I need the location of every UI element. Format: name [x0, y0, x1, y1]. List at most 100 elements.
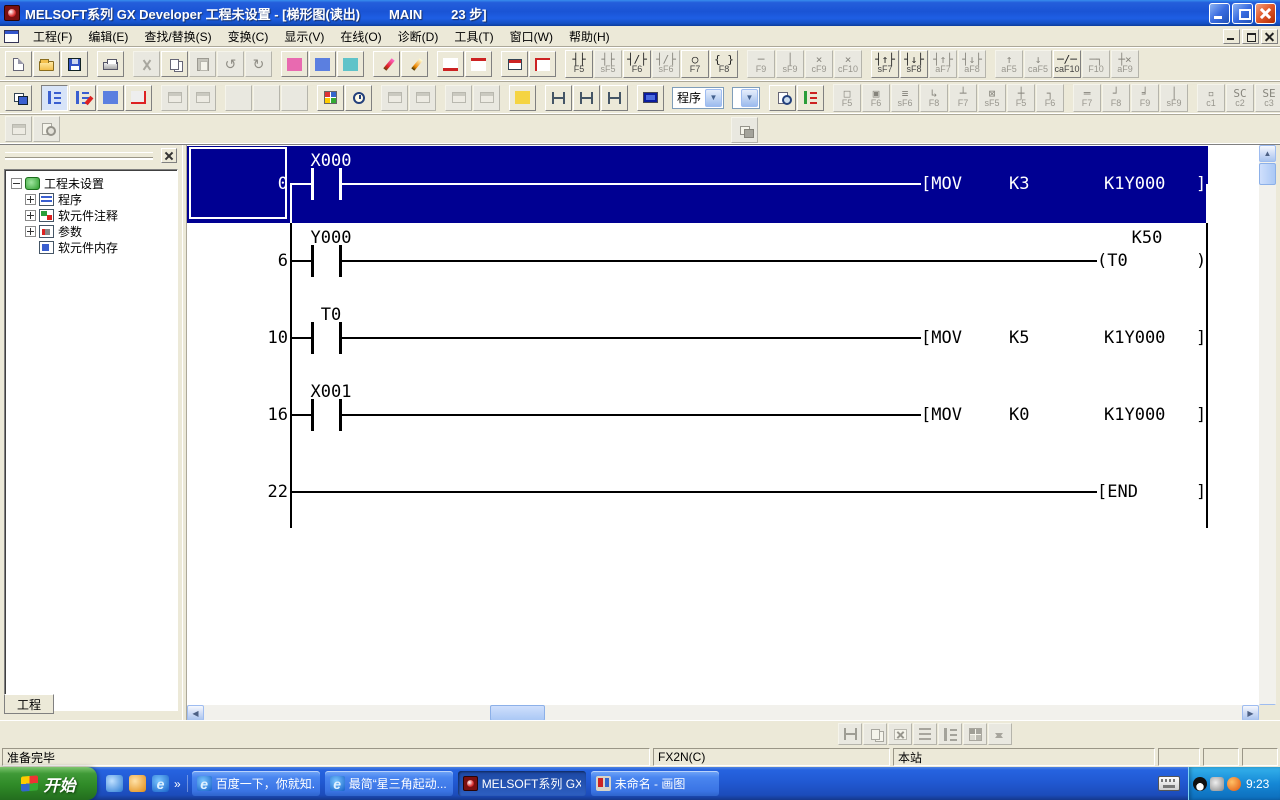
menu-item[interactable]: 工程(F) — [25, 28, 80, 46]
combo-dropdown-icon[interactable]: ▼ — [705, 89, 722, 107]
project-tab[interactable]: 工程 — [4, 694, 54, 714]
vertical-scroll-thumb[interactable] — [1259, 163, 1276, 185]
application-instruction-button[interactable]: { }F8 — [710, 50, 738, 78]
project-data-list-button[interactable] — [5, 85, 32, 111]
closed-contact-button[interactable]: ┤/├F6 — [623, 50, 651, 78]
qq-icon[interactable] — [1193, 777, 1207, 791]
panel-grip-handle[interactable] — [5, 152, 153, 158]
read-mode-button[interactable] — [97, 85, 124, 111]
scroll-up-icon[interactable]: ▲ — [1259, 145, 1276, 162]
toolbar-group — [97, 51, 125, 77]
expand-icon[interactable] — [25, 194, 36, 205]
right-bus-bar — [1206, 184, 1208, 223]
menu-item[interactable]: 诊断(D) — [390, 28, 447, 46]
sfc-block-button: ⊠sF5 — [978, 84, 1006, 112]
comment-display-button[interactable] — [509, 85, 536, 111]
keyboard-icon[interactable] — [1158, 776, 1180, 791]
menu-item[interactable]: 工具(T) — [446, 28, 501, 46]
mdi-close-button[interactable] — [1261, 29, 1278, 44]
quicklaunch-overflow-chevron[interactable]: » — [174, 777, 181, 791]
read-mode-icon — [103, 91, 118, 104]
start-button[interactable]: 开始 — [0, 767, 97, 800]
find-device-comment-button[interactable] — [337, 51, 364, 77]
contact-bar — [311, 322, 314, 354]
entry-data-monitor-button[interactable] — [637, 85, 664, 111]
find-instruction-button[interactable] — [309, 51, 336, 77]
horizontal-scrollbar[interactable]: ◀ ▶ — [187, 705, 1259, 721]
menu-item[interactable]: 在线(O) — [332, 28, 389, 46]
tree-item-mem[interactable]: 软元件内存 — [5, 239, 177, 255]
comment-search-button[interactable] — [769, 85, 796, 111]
task-button[interactable]: MELSOFT系列 GX D... — [458, 771, 586, 796]
scroll-left-icon[interactable]: ◀ — [187, 705, 204, 721]
open-project-button[interactable] — [33, 51, 60, 77]
save-project-button[interactable] — [61, 51, 88, 77]
clock-setting-button[interactable] — [345, 85, 372, 111]
tree-item-param[interactable]: 参数 — [5, 223, 177, 239]
start-label: 开始 — [43, 772, 75, 796]
program-select-combo[interactable]: 程序▼ — [672, 87, 724, 109]
task-button[interactable]: 未命名 - 画图 — [591, 771, 719, 796]
ie-icon[interactable]: e — [152, 775, 169, 792]
toolbar-group — [5, 116, 61, 142]
tile-ladder-window-button[interactable] — [501, 51, 528, 77]
mdi-minimize-button[interactable] — [1223, 29, 1240, 44]
write-mode-button[interactable] — [125, 85, 152, 111]
device-comment-list-button[interactable] — [317, 85, 344, 111]
horizontal-scroll-thumb[interactable] — [490, 705, 545, 721]
quicklaunch-icon-2[interactable] — [129, 775, 146, 792]
find-device-button[interactable] — [281, 51, 308, 77]
project-tree-toggle-button[interactable] — [797, 85, 824, 111]
tree-item-comment[interactable]: 软元件注释 — [5, 207, 177, 223]
monitor-stop-button[interactable] — [573, 85, 600, 111]
tree-item-root[interactable]: 工程未设置 — [5, 175, 177, 191]
mdi-restore-button[interactable] — [1242, 29, 1259, 44]
ladder-mode-button[interactable] — [41, 85, 68, 111]
sfc-end-step-icon: ┴ — [960, 88, 967, 99]
print-button[interactable] — [97, 51, 124, 77]
function-key-label: aF8 — [964, 65, 980, 74]
security-icon[interactable] — [1227, 777, 1241, 791]
rising-pulse-contact-button[interactable]: ┤↑├sF7 — [871, 50, 899, 78]
minimize-button[interactable] — [1209, 3, 1230, 24]
task-button[interactable]: e百度一下，你就知... — [192, 771, 320, 796]
monitor-step-button[interactable] — [601, 85, 628, 111]
device-search-combo[interactable]: ▼ — [732, 87, 760, 109]
invert-operation-result-button[interactable]: ─/─caF10 — [1053, 50, 1081, 78]
device-test-write-button[interactable] — [373, 51, 400, 77]
menu-item[interactable]: 变换(C) — [220, 28, 277, 46]
coil-button[interactable]: ○F7 — [681, 50, 709, 78]
open-contact-button[interactable]: ┤├F5 — [565, 50, 593, 78]
new-project-button[interactable] — [5, 51, 32, 77]
close-button[interactable] — [1255, 3, 1276, 24]
menu-item[interactable]: 窗口(W) — [502, 28, 561, 46]
copy-icon — [170, 59, 179, 70]
find-in-project-button[interactable] — [529, 51, 556, 77]
collapse-icon[interactable] — [11, 178, 22, 189]
monitor-start-button[interactable] — [545, 85, 572, 111]
menu-item[interactable]: 查找/替换(S) — [136, 28, 219, 46]
expand-icon[interactable] — [25, 210, 36, 221]
panel-close-icon[interactable] — [161, 148, 177, 163]
menu-item[interactable]: 帮助(H) — [561, 28, 618, 46]
ladder-canvas[interactable]: 0X000[MOVK3K1Y000]6Y000(T0)K5010T0[MOVK5… — [187, 145, 1259, 705]
copy-button[interactable] — [161, 51, 188, 77]
mdi-child-icon[interactable] — [4, 30, 19, 43]
menu-item[interactable]: 编辑(E) — [80, 28, 136, 46]
sfc-parallel-join-icon: ╛ — [1142, 88, 1149, 99]
menu-item[interactable]: 显示(V) — [276, 28, 332, 46]
tree-item-program[interactable]: 程序 — [5, 191, 177, 207]
falling-pulse-contact-button[interactable]: ┤↓├sF8 — [900, 50, 928, 78]
vertical-scrollbar[interactable]: ▲ ▼ — [1259, 145, 1276, 721]
quicklaunch-icon-1[interactable] — [106, 775, 123, 792]
zoom-display-1-button[interactable] — [437, 51, 464, 77]
scroll-right-icon[interactable]: ▶ — [1242, 705, 1259, 721]
zoom-display-2-button[interactable] — [465, 51, 492, 77]
forced-io-register-button[interactable] — [401, 51, 428, 77]
volume-icon[interactable] — [1210, 777, 1224, 791]
combo-dropdown-icon[interactable]: ▼ — [741, 89, 758, 107]
restore-button[interactable] — [1232, 3, 1253, 24]
ladder-edit-mode-button[interactable] — [69, 85, 96, 111]
task-button[interactable]: e最简“星三角起动... — [325, 771, 453, 796]
expand-icon[interactable] — [25, 226, 36, 237]
